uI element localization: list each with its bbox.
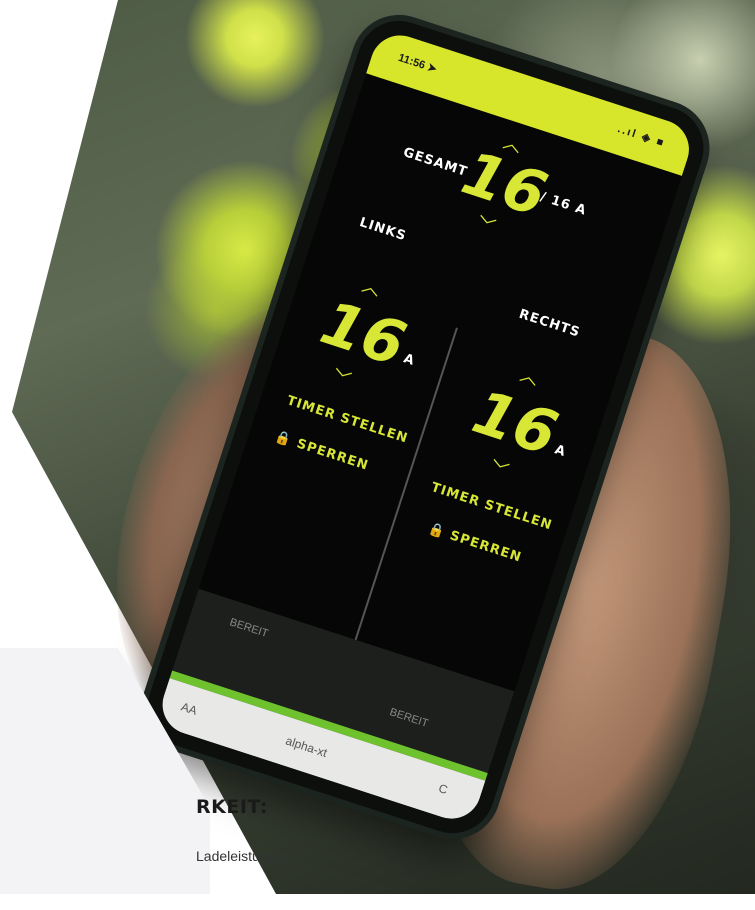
total-label: GESAMT [401,145,470,180]
status-signal: ..ıl ◈ ■ [616,123,667,150]
total-max: / 16 A [538,189,589,219]
right-up-chevron-icon[interactable]: ︿ [517,360,542,390]
text-size-button[interactable]: AA [179,700,199,718]
right-timer-button[interactable]: TIMER STELLEN [429,480,554,533]
total-down-chevron-icon[interactable]: ﹀ [474,210,499,240]
right-state: BEREIT [388,706,430,730]
left-lock-button[interactable]: 🔒 SPERREN [273,429,370,473]
headline: RKEIT: [196,796,268,818]
url-field[interactable]: alpha-xt [284,734,329,761]
location-arrow-icon: ➤ [425,61,439,76]
reload-icon[interactable]: C [437,781,450,797]
lock-icon: 🔒 [273,429,295,449]
lock-icon: 🔒 [426,521,448,541]
right-label: RECHTS [516,306,583,341]
left-unit: A [401,351,417,369]
total-value: 16 [453,138,555,231]
right-unit: A [552,442,568,461]
right-lock-button[interactable]: 🔒 SPERREN [426,521,523,565]
right-down-chevron-icon[interactable]: ﹀ [487,454,512,484]
left-label: LINKS [357,214,409,245]
right-value: 16 [464,377,566,470]
status-time: 11:56 ➤ [396,51,439,76]
subline: Ladeleistung [196,848,276,864]
left-down-chevron-icon[interactable]: ﹀ [329,363,354,393]
left-state: BEREIT [228,616,270,641]
left-value: 16 [312,287,414,381]
